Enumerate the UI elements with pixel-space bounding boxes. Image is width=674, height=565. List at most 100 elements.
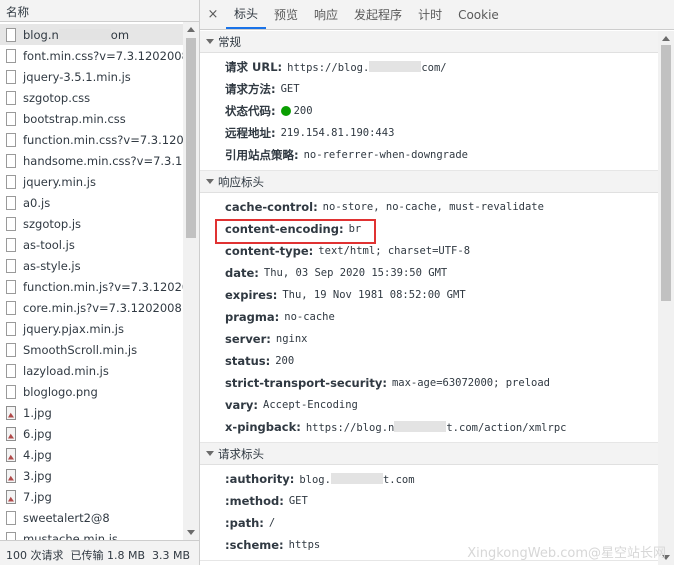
request-list: blog.nom font.min.css?v=7.3.120200815 jque… — [0, 24, 183, 540]
document-file-icon — [6, 153, 16, 168]
header-row: x-pingback: https://blog.n t.com/action/xm… — [200, 416, 658, 438]
details-tab-bar: × 标头 预览 响应 发起程序 计时 Cookie — [200, 0, 674, 30]
tab-4[interactable]: 计时 — [410, 0, 450, 29]
general-section-header[interactable]: 常规 — [200, 31, 658, 53]
request-headers-section-header[interactable]: 请求标头 — [200, 443, 658, 465]
scrollbar-thumb[interactable] — [186, 38, 196, 238]
header-name: :method: — [225, 494, 284, 508]
request-name: font.min.css?v=7.3.120200815 — [23, 48, 183, 63]
request-row[interactable]: 7.jpg — [0, 486, 183, 507]
details-scrollbar[interactable] — [658, 31, 674, 565]
header-value: Accept-Encoding — [263, 399, 358, 411]
request-row[interactable]: a0.js — [0, 192, 183, 213]
tab-0[interactable]: 标头 — [226, 0, 267, 29]
request-name: szgotop.css — [23, 90, 91, 105]
caret-down-icon — [206, 179, 214, 184]
request-list-scrollbar[interactable] — [183, 22, 199, 540]
scroll-up-arrow-icon[interactable] — [187, 27, 195, 32]
request-name: function.min.css?v=7.3.120200 — [23, 132, 183, 147]
tab-1[interactable]: 预览 — [266, 0, 306, 29]
scrollbar-thumb[interactable] — [661, 45, 671, 301]
document-file-icon — [6, 111, 16, 126]
document-file-icon — [6, 90, 16, 105]
header-name: date: — [225, 266, 259, 280]
request-row[interactable]: lazyload.min.js — [0, 360, 183, 381]
request-url-row: 请求 URL: https://blog. com/ — [200, 56, 658, 78]
header-value: https://blog.n t.com/action/xmlrpc — [305, 420, 567, 434]
remote-address-label: 远程地址: — [225, 126, 276, 140]
header-value: max-age=63072000; preload — [391, 377, 550, 389]
response-headers-section-header[interactable]: 响应标头 — [200, 171, 658, 193]
request-row[interactable]: as-tool.js — [0, 234, 183, 255]
request-row[interactable]: bloglogo.png — [0, 381, 183, 402]
request-row[interactable]: 3.jpg — [0, 465, 183, 486]
request-name: jquery.pjax.min.js — [23, 321, 124, 336]
header-value: no-store, no-cache, must-revalidate — [322, 201, 544, 213]
tab-2[interactable]: 响应 — [306, 0, 346, 29]
request-row[interactable]: szgotop.js — [0, 213, 183, 234]
tab-5[interactable]: Cookie — [450, 0, 507, 29]
request-name: as-tool.js — [23, 237, 75, 252]
request-method-value: GET — [280, 83, 300, 95]
header-name: x-pingback: — [225, 420, 301, 434]
request-row[interactable]: 6.jpg — [0, 423, 183, 444]
scroll-down-arrow-icon[interactable] — [187, 530, 195, 535]
header-row: :authority: blog. t.com — [200, 468, 658, 490]
request-row[interactable]: 4.jpg — [0, 444, 183, 465]
document-file-icon — [6, 363, 16, 378]
referrer-policy-value: no-referrer-when-downgrade — [303, 149, 468, 161]
network-summary-bar: 100 次请求 已传输 1.8 MB 3.3 MB — [0, 540, 199, 565]
name-column-header[interactable]: 名称 — [0, 0, 199, 22]
document-file-icon — [6, 531, 16, 540]
header-row: content-type: text/html; charset=UTF-8 — [200, 240, 658, 262]
general-section-title: 常规 — [218, 34, 241, 49]
request-row[interactable]: jquery-3.5.1.min.js — [0, 66, 183, 87]
caret-down-icon — [206, 451, 214, 456]
redacted-block — [330, 472, 383, 484]
request-row[interactable]: SmoothScroll.min.js — [0, 339, 183, 360]
header-row: vary: Accept-Encoding — [200, 394, 658, 416]
request-name: handsome.min.css?v=7.3.1202 — [23, 153, 183, 168]
header-value: / — [268, 517, 276, 529]
header-value: GET — [288, 495, 308, 507]
general-section: 请求 URL: https://blog. com/ 请求方法: GET 状态代码… — [200, 53, 658, 171]
request-name: mustache.min.js — [23, 531, 118, 541]
request-row[interactable]: as-style.js — [0, 255, 183, 276]
remote-address-row: 远程地址: 219.154.81.190:443 — [200, 122, 658, 144]
header-value: text/html; charset=UTF-8 — [318, 245, 471, 257]
header-row: pragma: no-cache — [200, 306, 658, 328]
header-value: 200 — [275, 355, 295, 367]
request-row[interactable]: function.min.js?v=7.3.1202008 — [0, 276, 183, 297]
request-name: core.min.js?v=7.3.1202008150 — [23, 300, 183, 315]
request-row[interactable]: blog.n om — [0, 24, 183, 45]
request-row[interactable]: sweetalert2@8 — [0, 507, 183, 528]
request-row[interactable]: szgotop.css — [0, 87, 183, 108]
request-row[interactable]: jquery.pjax.min.js — [0, 318, 183, 339]
header-row: :path: / — [200, 512, 658, 534]
transferred-size: 已传输 1.8 MB — [70, 549, 146, 562]
request-name: bootstrap.min.css — [23, 111, 126, 126]
request-row[interactable]: function.min.css?v=7.3.120200 — [0, 129, 183, 150]
header-value: nginx — [275, 333, 308, 345]
document-file-icon — [6, 48, 16, 63]
header-name: expires: — [225, 288, 278, 302]
request-row[interactable]: core.min.js?v=7.3.1202008150 — [0, 297, 183, 318]
request-name: bloglogo.png — [23, 384, 98, 399]
document-file-icon — [6, 69, 16, 84]
document-file-icon — [6, 237, 16, 252]
request-row[interactable]: handsome.min.css?v=7.3.1202 — [0, 150, 183, 171]
tab-3[interactable]: 发起程序 — [346, 0, 410, 29]
request-row[interactable]: mustache.min.js — [0, 528, 183, 540]
close-icon[interactable]: × — [200, 0, 226, 29]
redacted-block — [58, 28, 111, 40]
request-row[interactable]: 1.jpg — [0, 402, 183, 423]
header-value: no-cache — [284, 311, 335, 323]
request-row[interactable]: bootstrap.min.css — [0, 108, 183, 129]
request-row[interactable]: jquery.min.js — [0, 171, 183, 192]
scroll-up-arrow-icon[interactable] — [662, 36, 670, 41]
request-name: 7.jpg — [23, 489, 52, 504]
document-file-icon — [6, 510, 16, 525]
request-row[interactable]: font.min.css?v=7.3.120200815 — [0, 45, 183, 66]
watermark: XingkongWeb.com@星空站长网 — [467, 546, 666, 561]
header-value: blog. t.com — [299, 472, 415, 486]
